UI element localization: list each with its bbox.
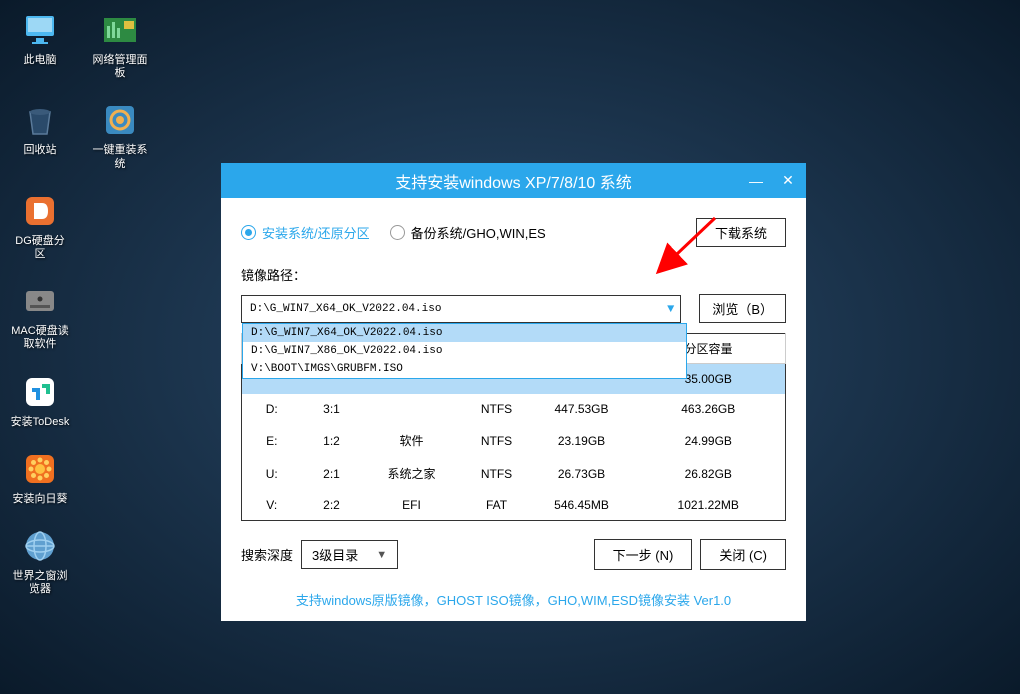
download-system-button[interactable]: 下载系统 [696, 218, 786, 247]
monitor-icon [20, 10, 60, 50]
image-path-dropdown[interactable]: D:\G_WIN7_X64_OK_V2022.04.iso ▼ D:\G_WIN… [241, 295, 681, 323]
table-cell: 463.26GB [632, 394, 786, 424]
todesk-icon [20, 372, 60, 412]
table-cell: 1:2 [302, 424, 362, 457]
desktop-icon-sunflower[interactable]: 安装向日葵 [10, 449, 70, 506]
desktop-icon-label: 一键重装系统 [90, 144, 150, 170]
desktop-icon-label: 此电脑 [24, 54, 57, 67]
table-cell: 2:1 [302, 457, 362, 490]
table-row[interactable]: D:3:1 NTFS447.53GB463.26GB [242, 394, 786, 424]
table-cell: 447.53GB [532, 394, 632, 424]
table-cell: 26.82GB [632, 457, 786, 490]
dropdown-item[interactable]: D:\G_WIN7_X86_OK_V2022.04.iso [243, 342, 686, 360]
globe-icon [20, 526, 60, 566]
table-cell: 系统之家 [362, 457, 462, 490]
minimize-button[interactable]: — [746, 171, 766, 191]
table-cell [362, 394, 462, 424]
table-cell: E: [242, 424, 302, 457]
disk-icon [20, 191, 60, 231]
radio-label: 安装系统/还原分区 [262, 223, 370, 242]
table-cell: 2:2 [302, 490, 362, 521]
table-cell: U: [242, 457, 302, 490]
dropdown-item[interactable]: V:\BOOT\IMGS\GRUBFM.ISO [243, 360, 686, 378]
panel-icon [100, 10, 140, 50]
title-bar[interactable]: 支持安装windows XP/7/8/10 系统 — ✕ [221, 163, 806, 198]
desktop-icon-label: 安装ToDesk [11, 416, 70, 429]
desktop-icon-dg-partition[interactable]: DG硬盘分区 [10, 191, 70, 261]
mac-disk-icon [20, 281, 60, 321]
table-row[interactable]: V:2:2EFIFAT546.45MB1021.22MB [242, 490, 786, 521]
table-cell: 3:1 [302, 394, 362, 424]
desktop-icon-browser[interactable]: 世界之窗浏览器 [10, 526, 70, 596]
dropdown-arrow-icon: ▼ [667, 302, 674, 316]
dropdown-item[interactable]: D:\G_WIN7_X64_OK_V2022.04.iso [243, 324, 686, 342]
desktop-icon-label: MAC硬盘读取软件 [10, 325, 70, 351]
desktop-icon-label: 安装向日葵 [13, 493, 68, 506]
table-cell: EFI [362, 490, 462, 521]
dropdown-list: D:\G_WIN7_X64_OK_V2022.04.iso D:\G_WIN7_… [242, 323, 687, 379]
desktop-icon-recycle-bin[interactable]: 回收站 [10, 100, 70, 170]
table-row[interactable]: E:1:2软件NTFS23.19GB24.99GB [242, 424, 786, 457]
desktop-icon-todesk[interactable]: 安装ToDesk [10, 372, 70, 429]
radio-unchecked-icon [390, 225, 405, 240]
browse-button[interactable]: 浏览（B） [699, 294, 786, 323]
table-row[interactable]: U:2:1系统之家NTFS26.73GB26.82GB [242, 457, 786, 490]
desktop-icon-this-pc[interactable]: 此电脑 [10, 10, 70, 80]
close-button[interactable]: ✕ [778, 171, 798, 191]
path-label: 镜像路径： [241, 265, 786, 284]
sunflower-icon [20, 449, 60, 489]
table-cell: 26.73GB [532, 457, 632, 490]
path-value: D:\G_WIN7_X64_OK_V2022.04.iso [250, 303, 441, 315]
desktop-icon-network-panel[interactable]: 网络管理面板 [90, 10, 150, 80]
table-cell: 24.99GB [632, 424, 786, 457]
desktop-icon-label: 世界之窗浏览器 [10, 570, 70, 596]
footer-text: 支持windows原版镜像，GHOST ISO镜像，GHO,WIM,ESD镜像安… [221, 580, 806, 621]
table-cell: 546.45MB [532, 490, 632, 521]
gear-icon [100, 100, 140, 140]
radio-backup[interactable]: 备份系统/GHO,WIN,ES [390, 223, 546, 242]
table-cell: NTFS [462, 457, 532, 490]
close-button[interactable]: 关闭 (C) [700, 539, 786, 570]
table-cell: 软件 [362, 424, 462, 457]
table-cell: 1021.22MB [632, 490, 786, 521]
table-cell: 23.19GB [532, 424, 632, 457]
desktop-icon-reinstall[interactable]: 一键重装系统 [90, 100, 150, 170]
radio-checked-icon [241, 225, 256, 240]
table-cell: FAT [462, 490, 532, 521]
depth-value: 3级目录 [312, 545, 358, 564]
radio-install-restore[interactable]: 安装系统/还原分区 [241, 223, 370, 242]
table-cell: D: [242, 394, 302, 424]
next-button[interactable]: 下一步 (N) [594, 539, 693, 570]
desktop-icon-label: 回收站 [24, 144, 57, 157]
table-cell: V: [242, 490, 302, 521]
trash-icon [20, 100, 60, 140]
search-depth-label: 搜索深度 [241, 545, 293, 564]
desktop-icon-label: 网络管理面板 [90, 54, 150, 80]
radio-label: 备份系统/GHO,WIN,ES [411, 223, 546, 242]
table-cell: NTFS [462, 424, 532, 457]
install-dialog: 支持安装windows XP/7/8/10 系统 — ✕ 安装系统/还原分区 备… [221, 163, 806, 621]
desktop-icon-label: DG硬盘分区 [10, 235, 70, 261]
desktop-icons-area: 此电脑 网络管理面板 回收站 一键重装系统 DG硬盘分区 [10, 10, 150, 616]
search-depth-select[interactable]: 3级目录 ▼ [301, 540, 398, 569]
window-title: 支持安装windows XP/7/8/10 系统 [395, 169, 632, 193]
table-cell: NTFS [462, 394, 532, 424]
dropdown-arrow-icon: ▼ [376, 549, 387, 561]
desktop-icon-mac-disk[interactable]: MAC硬盘读取软件 [10, 281, 70, 351]
